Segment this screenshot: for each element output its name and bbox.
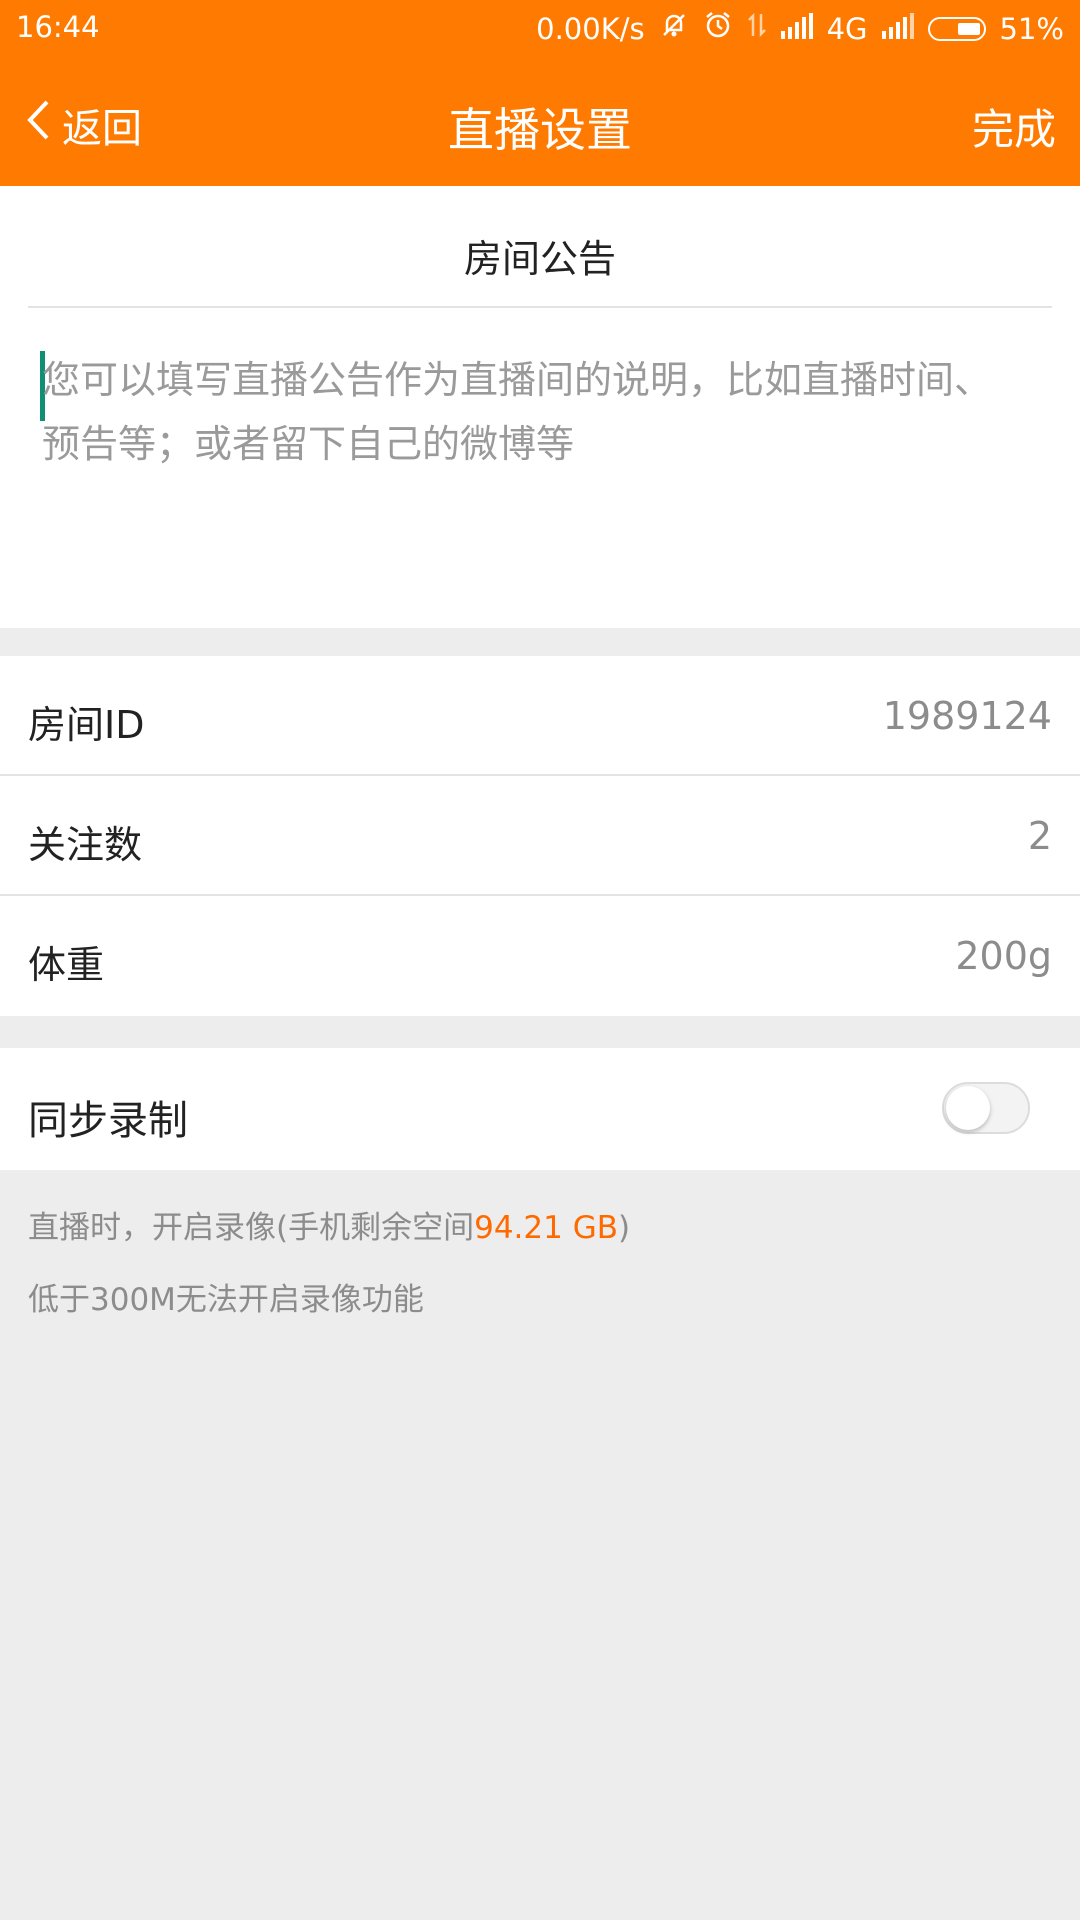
- data-transfer-icon: [747, 10, 767, 47]
- status-icons: 0.00K/s 4G 51%: [536, 10, 1064, 47]
- row-label: 体重: [28, 943, 105, 987]
- mute-bell-icon: [659, 10, 689, 47]
- announcement-section: 房间公告 您可以填写直播公告作为直播间的说明，比如直播时间、 预告等；或者留下自…: [0, 186, 1080, 628]
- followers-row: 关注数 2: [0, 776, 1080, 896]
- placeholder-line-2: 预告等；或者留下自己的微博等: [42, 422, 575, 466]
- battery-percent: 51%: [999, 11, 1064, 46]
- divider: [28, 306, 1052, 308]
- status-bar: 16:44 0.00K/s 4G 51%: [0, 0, 1080, 56]
- sync-record-label: 同步录制: [28, 1098, 188, 1144]
- free-space-value: 94.21 GB: [474, 1210, 618, 1246]
- done-button[interactable]: 完成: [972, 96, 1056, 157]
- toggle-knob: [946, 1086, 990, 1130]
- row-label: 关注数: [28, 823, 143, 867]
- battery-icon: [927, 16, 986, 41]
- network-type: 4G: [826, 11, 868, 46]
- note-prefix: 直播时，开启录像(手机剩余空间: [28, 1210, 475, 1246]
- announcement-title: 房间公告: [463, 237, 616, 281]
- sync-record-toggle[interactable]: [942, 1082, 1030, 1134]
- signal-icon: [780, 12, 813, 46]
- room-info-list: 房间ID 1989124 关注数 2 体重 200g: [0, 656, 1080, 1016]
- sync-record-row: 同步录制: [0, 1048, 1080, 1170]
- weight-row: 体重 200g: [0, 896, 1080, 1016]
- alarm-clock-icon: [703, 10, 733, 47]
- row-value: 1989124: [882, 694, 1052, 738]
- record-note: 直播时，开启录像(手机剩余空间94.21 GB): [28, 1202, 630, 1247]
- row-value: 200g: [955, 934, 1052, 978]
- placeholder-line-1: 您可以填写直播公告作为直播间的说明，比如直播时间、: [42, 358, 993, 402]
- page-title: 直播设置: [448, 103, 632, 157]
- nav-bar: 返回 直播设置 完成: [0, 56, 1080, 186]
- signal-icon-2: [881, 12, 914, 46]
- note-suffix: ): [617, 1210, 631, 1246]
- record-note-line-2: 低于300M无法开启录像功能: [28, 1282, 424, 1318]
- net-speed: 0.00K/s: [536, 11, 645, 46]
- room-id-row: 房间ID 1989124: [0, 656, 1080, 776]
- row-label: 房间ID: [28, 703, 145, 747]
- status-time: 16:44: [16, 10, 100, 44]
- announcement-input[interactable]: 您可以填写直播公告作为直播间的说明，比如直播时间、 预告等；或者留下自己的微博等: [42, 348, 1022, 476]
- row-value: 2: [1027, 814, 1052, 858]
